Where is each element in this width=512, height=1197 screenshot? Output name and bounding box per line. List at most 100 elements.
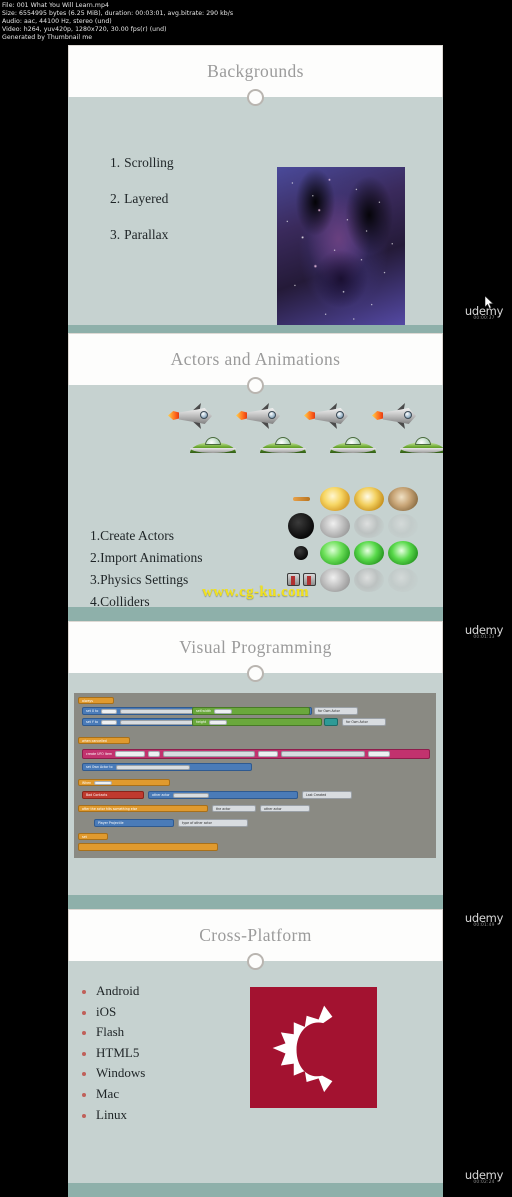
slide-footer-bar — [68, 607, 443, 621]
page-title: Backgrounds — [207, 61, 304, 81]
script-block: when cancelled — [78, 737, 130, 744]
udemy-wordmark: udemy — [464, 1168, 504, 1182]
page-title: Actors and Animations — [170, 349, 341, 369]
list-item: 2. Layered — [110, 181, 174, 217]
construct-logo — [250, 987, 377, 1108]
script-block: type of other actor — [178, 819, 248, 827]
slide-thumbnail-backgrounds[interactable]: Backgrounds 1. Scrolling 2. Layered 3. Para… — [68, 45, 443, 339]
list-item-number: 2. — [90, 550, 101, 565]
slide-thumbnail-cross-platform[interactable]: Cross-Platform Android iOS Flash HTML5 W… — [68, 909, 443, 1197]
list-item-number: 1. — [110, 155, 121, 170]
visual-script-canvas: always set X to self.width for Own Actor… — [74, 693, 436, 858]
list-item-label: Parallax — [124, 227, 169, 242]
list-item-label: Create Actors — [100, 528, 174, 543]
udemy-wordmark: udemy — [464, 623, 504, 637]
list-item: 3. Parallax — [110, 217, 174, 253]
list-item-label: Layered — [124, 191, 169, 206]
script-block — [78, 843, 218, 851]
script-block: When — [78, 779, 170, 786]
script-block: for Own Actor — [342, 718, 386, 726]
script-block: always — [78, 697, 114, 704]
slide-body: 1. Scrolling 2. Layered 3. Parallax — [68, 97, 443, 325]
explosion-spritesheet — [284, 485, 420, 593]
list-item: Mac — [78, 1084, 145, 1105]
slide-thumbnail-actors-animations[interactable]: Actors and Animations 1.Create Actors 2.… — [68, 333, 443, 621]
meta-line-generator: Generated by Thumbnail me — [2, 34, 93, 42]
script-block-label: When — [82, 780, 92, 785]
script-block: after the actor hits something else — [78, 805, 208, 812]
script-block: Bad Contacts — [82, 791, 144, 799]
script-block: create UFO Item — [82, 749, 430, 759]
slide-body: always set X to self.width for Own Actor… — [68, 673, 443, 895]
nebula-starfield-background — [277, 167, 405, 325]
list-item: 1.Create Actors — [90, 525, 203, 547]
meta-line-file: File: 001 What You Will Learn.mp4 — [2, 2, 109, 9]
spaceship-icon — [168, 403, 212, 429]
meta-line-audio: Audio: aac, 44100 Hz, stereo (und) — [2, 18, 112, 26]
list-item: Windows — [78, 1063, 145, 1084]
slide-title-band: Actors and Animations — [68, 333, 443, 394]
list-item-number: 3. — [110, 227, 121, 242]
sprite-cell — [320, 540, 350, 565]
spaceship-icon — [236, 403, 280, 429]
slide-footer-bar — [68, 1183, 443, 1197]
udemy-watermark: udemy 00:02:24 — [458, 1168, 510, 1185]
video-metadata-header: File: 001 What You Will Learn.mp4 Size: … — [0, 0, 512, 42]
mouse-cursor-icon — [485, 296, 494, 309]
list-item: Flash — [78, 1022, 145, 1043]
sprite-cell — [294, 545, 308, 560]
slide-title-band: Backgrounds — [68, 45, 443, 106]
list-item-label: Scrolling — [124, 155, 174, 170]
site-watermark: www.cg-ku.com — [202, 584, 309, 600]
udemy-wordmark: udemy — [464, 911, 504, 925]
udemy-wordmark: udemy — [464, 304, 504, 318]
script-block-label: height — [196, 720, 207, 724]
udemy-timestamp: 00:02:24 — [473, 1180, 495, 1185]
sprite-cell — [388, 513, 418, 538]
udemy-watermark: udemy 00:01:13 — [458, 623, 510, 640]
script-block-label: other actor — [152, 793, 170, 797]
slide-title-band: Cross-Platform — [68, 909, 443, 970]
meta-line-video: Video: h264, yuv420p, 1280x720, 30.00 fp… — [2, 26, 167, 34]
script-block: the actor — [212, 805, 256, 812]
list-item: 1. Scrolling — [110, 145, 174, 181]
ufo-icon — [330, 437, 376, 453]
spaceship-icon — [304, 403, 348, 429]
sprite-cell — [354, 540, 384, 565]
sprite-cell — [292, 496, 310, 501]
sprite-cell — [320, 513, 350, 538]
meta-line-size: Size: 6554995 bytes (6.25 MiB), duration… — [2, 10, 234, 18]
list-item-label: Import Animations — [100, 550, 203, 565]
construct-c-glyph — [268, 1002, 360, 1094]
slide-body: 1.Create Actors 2.Import Animations 3.Ph… — [68, 385, 443, 607]
udemy-watermark: udemy 00:01:49 — [458, 911, 510, 928]
spaceship-icon — [372, 403, 416, 429]
list-item: HTML5 — [78, 1043, 145, 1064]
script-block-label: set X to — [86, 709, 99, 713]
title-circle-ornament — [247, 953, 264, 970]
list-item: Android — [78, 981, 145, 1002]
udemy-timestamp: 00:00:37 — [473, 316, 495, 321]
list-item-number: 2. — [110, 191, 121, 206]
script-block: other actor — [148, 791, 298, 799]
slide-thumbnail-visual-programming[interactable]: Visual Programming always set X to self.… — [68, 621, 443, 909]
sprite-cell — [388, 486, 418, 511]
ufo-icon — [190, 437, 236, 453]
slide-body: Android iOS Flash HTML5 Windows Mac Linu… — [68, 961, 443, 1183]
platform-bullet-list: Android iOS Flash HTML5 Windows Mac Linu… — [78, 981, 145, 1125]
page-title: Visual Programming — [179, 637, 332, 657]
list-item: iOS — [78, 1002, 145, 1023]
title-circle-ornament — [247, 89, 264, 106]
script-block: set — [78, 833, 108, 840]
ufo-icon — [260, 437, 306, 453]
list-item: 2.Import Animations — [90, 547, 203, 569]
script-block-label: set Y to — [86, 720, 99, 724]
script-block: self.width — [192, 707, 310, 715]
page-title: Cross-Platform — [199, 925, 312, 945]
slide-title-band: Visual Programming — [68, 621, 443, 682]
script-block-label: create UFO Item — [86, 752, 113, 756]
title-circle-ornament — [247, 665, 264, 682]
ufo-icon — [400, 437, 443, 453]
script-block: Player Projectile — [94, 819, 174, 827]
script-block: height — [192, 718, 322, 726]
